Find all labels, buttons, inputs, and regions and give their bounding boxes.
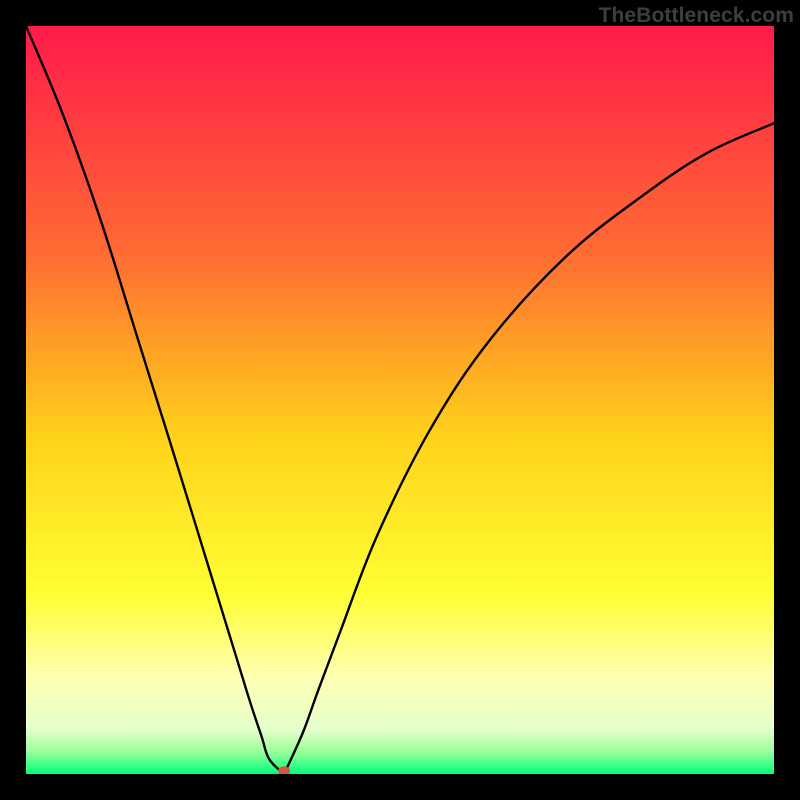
watermark-text: TheBottleneck.com (599, 4, 794, 28)
chart-svg (26, 26, 774, 774)
gradient-background (26, 26, 774, 774)
chart-frame: TheBottleneck.com (0, 0, 800, 800)
plot-area (26, 26, 774, 774)
